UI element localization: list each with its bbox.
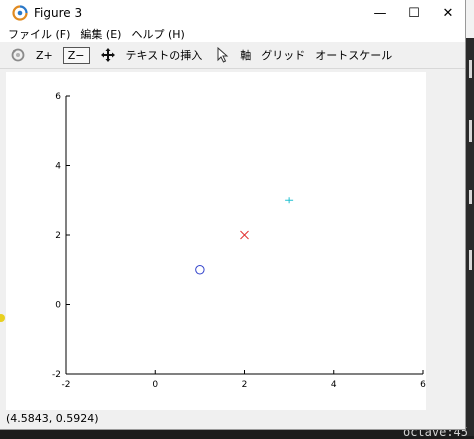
x-tick-label: 2	[242, 380, 248, 390]
x-tick-label: 6	[420, 380, 426, 390]
status-coordinates: (4.5843, 0.5924)	[6, 412, 99, 425]
pan-button[interactable]	[100, 47, 116, 63]
menu-help[interactable]: ヘルプ (H)	[131, 26, 184, 42]
y-tick-label: -2	[52, 370, 61, 380]
x-tick-label: -2	[62, 380, 71, 390]
rotate-button[interactable]	[10, 47, 26, 63]
data-point-cross	[240, 230, 249, 240]
select-button[interactable]	[216, 47, 230, 63]
window-title: Figure 3	[34, 6, 83, 20]
y-tick-label: 2	[55, 231, 61, 241]
zoom-in-button[interactable]: Z+	[36, 49, 53, 62]
window-controls: — ☐ ✕	[363, 0, 465, 26]
menu-bar: ファイル (F) 編集 (E) ヘルプ (H)	[0, 26, 465, 42]
y-tick-label: 4	[55, 162, 61, 172]
close-button[interactable]: ✕	[431, 0, 465, 26]
data-point-plus	[285, 197, 294, 204]
octave-app-icon	[12, 5, 28, 21]
minimize-button[interactable]: —	[363, 0, 397, 26]
scatter-plot[interactable]: -2 0 2 4 6 -2 0 2 4 6	[6, 72, 426, 410]
plot-canvas[interactable]: -2 0 2 4 6 -2 0 2 4 6	[6, 72, 426, 410]
autoscale-button[interactable]: オートスケール	[315, 47, 392, 63]
insert-text-button[interactable]: テキストの挿入	[126, 47, 203, 63]
select-arrow-icon	[217, 47, 229, 63]
x-tick-label: 0	[152, 380, 158, 390]
menu-file[interactable]: ファイル (F)	[8, 26, 70, 42]
y-tick-label: 0	[55, 301, 61, 311]
y-tick-label: 6	[55, 92, 61, 102]
zoom-out-button[interactable]: Z−	[62, 46, 90, 64]
grid-button[interactable]: グリッド	[261, 47, 305, 63]
maximize-button[interactable]: ☐	[397, 0, 431, 26]
background-window-strip	[466, 0, 474, 436]
title-bar[interactable]: Figure 3 — ☐ ✕	[0, 0, 465, 26]
pan-move-icon	[100, 48, 115, 62]
figure-toolbar: Z+ Z− テキストの挿入 軸 グリッド オートスケール	[0, 42, 465, 69]
x-tick-label: 4	[331, 380, 337, 390]
axes-button[interactable]: 軸	[240, 47, 251, 63]
data-point-circle	[195, 265, 205, 275]
menu-edit[interactable]: 編集 (E)	[80, 26, 121, 42]
rotate-icon	[11, 48, 25, 62]
figure-window: Figure 3 — ☐ ✕ ファイル (F) 編集 (E) ヘルプ (H) Z…	[0, 0, 466, 430]
